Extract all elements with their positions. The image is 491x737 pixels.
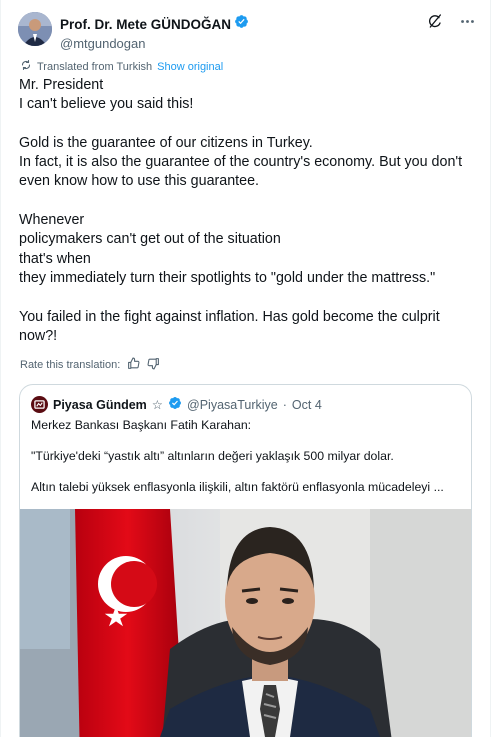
more-icon[interactable] (458, 12, 476, 30)
rate-translation-label: Rate this translation: (20, 359, 121, 371)
show-original-link[interactable]: Show original (157, 61, 223, 73)
tweet-card: Prof. Dr. Mete GÜNDOĞAN @mtgundogan Tran… (0, 0, 491, 737)
thumbs-down-icon[interactable] (147, 357, 160, 373)
author-names: Prof. Dr. Mete GÜNDOĞAN @mtgundogan (60, 14, 249, 51)
quoted-verified-badge-icon (168, 396, 182, 413)
quoted-author-name[interactable]: Piyasa Gündem (53, 398, 147, 412)
translation-notice: Translated from Turkish Show original (20, 59, 223, 74)
author-handle[interactable]: @mtgundogan (60, 36, 249, 51)
author-display-name[interactable]: Prof. Dr. Mete GÜNDOĞAN (60, 17, 231, 32)
quoted-tweet-header: Piyasa Gündem ☆ @PiyasaTurkiye · Oct 4 (31, 396, 322, 413)
verified-badge-icon (234, 14, 249, 34)
author-avatar[interactable] (18, 12, 52, 46)
header-actions (426, 12, 476, 30)
grok-icon[interactable] (426, 12, 444, 30)
author-name-row[interactable]: Prof. Dr. Mete GÜNDOĞAN (60, 14, 249, 34)
quoted-author-avatar[interactable] (31, 396, 48, 413)
translate-icon (20, 59, 32, 74)
quoted-tweet-text: Merkez Bankası Başkanı Fatih Karahan: "T… (31, 418, 444, 494)
rate-translation: Rate this translation: (20, 357, 160, 373)
quoted-tweet-date[interactable]: Oct 4 (292, 398, 322, 412)
meta-separator: · (282, 397, 287, 412)
thumbs-up-icon[interactable] (127, 357, 140, 373)
quoted-author-handle[interactable]: @PiyasaTurkiye (187, 398, 278, 412)
star-icon: ☆ (151, 398, 164, 412)
tweet-text: Mr. President I can't believe you said t… (19, 77, 463, 344)
translation-notice-text: Translated from Turkish (37, 60, 153, 73)
tweet-header: Prof. Dr. Mete GÜNDOĞAN @mtgundogan (18, 12, 476, 51)
quoted-tweet-photo[interactable] (20, 509, 471, 737)
quoted-tweet[interactable]: Piyasa Gündem ☆ @PiyasaTurkiye · Oct 4 M… (19, 384, 472, 737)
